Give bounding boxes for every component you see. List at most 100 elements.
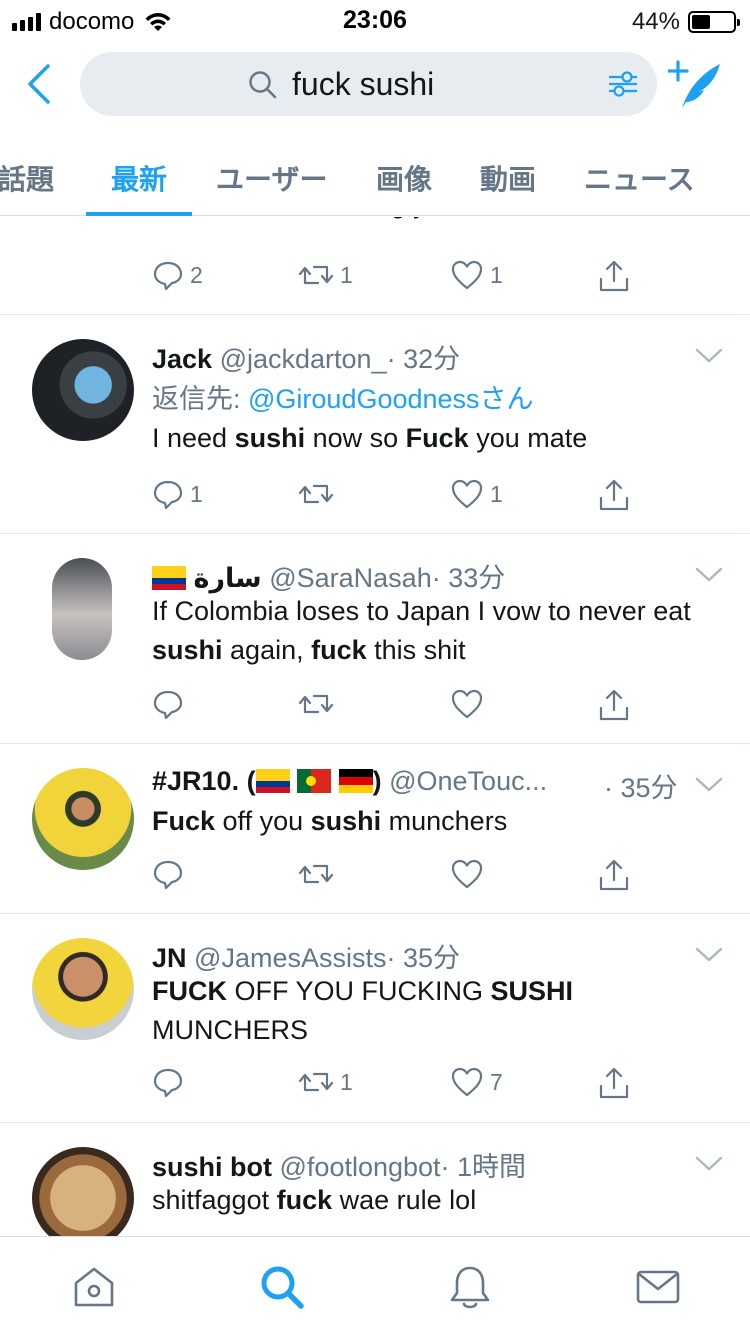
retweet-button[interactable] xyxy=(298,478,340,510)
search-header: fuck sushi xyxy=(0,44,750,130)
tweet-header: sushi bot @footlongbot· 1時間 xyxy=(152,1145,526,1184)
user-handle[interactable]: @OneTouc... xyxy=(389,766,547,796)
user-name-suffix[interactable]: ) xyxy=(373,766,382,796)
tweet[interactable]: #JR10. ( ) @OneTouc... · 35分 Fuck off yo… xyxy=(0,744,750,914)
chevron-down-icon[interactable] xyxy=(694,1155,724,1173)
tweet-text: FUCK OFF YOU FUCKING SUSHI MUNCHERS xyxy=(152,976,574,1045)
search-query[interactable]: fuck sushi xyxy=(292,66,434,103)
back-icon[interactable] xyxy=(20,62,60,106)
chevron-down-icon[interactable] xyxy=(694,946,724,964)
search-icon xyxy=(249,71,277,99)
tweet-header: JN @JamesAssists· 35分 xyxy=(152,936,460,975)
tweet-feed[interactable]: whole asssss fucking year!!!!! Fuck that… xyxy=(0,217,750,1236)
retweet-button[interactable] xyxy=(298,858,340,890)
avatar[interactable] xyxy=(32,1147,134,1236)
tab-trending[interactable]: 話題 xyxy=(0,158,54,198)
tweet[interactable]: Jack @jackdarton_· 32分 返信先: @GiroudGoodn… xyxy=(0,315,750,534)
chevron-down-icon[interactable] xyxy=(694,566,724,584)
tweet[interactable]: whole asssss fucking year!!!!! Fuck that… xyxy=(0,217,750,315)
retweet-button[interactable]: 1 xyxy=(298,1066,353,1098)
reply-button[interactable]: 1 xyxy=(152,478,203,510)
tweet-text: Fuck off you sushi munchers xyxy=(152,806,508,836)
avatar[interactable] xyxy=(32,938,134,1040)
tweet[interactable]: سارة @SaraNasah· 33分 If Colombia loses t… xyxy=(0,534,750,744)
tab-news[interactable]: ニュース xyxy=(584,158,695,198)
tweet-text: whole asssss fucking year!!!!! Fuck that xyxy=(152,217,712,224)
like-count: 7 xyxy=(490,1068,503,1095)
avatar[interactable] xyxy=(32,768,134,870)
user-handle[interactable]: @JamesAssists xyxy=(194,943,386,973)
share-button[interactable] xyxy=(598,688,630,722)
search-icon[interactable] xyxy=(258,1263,306,1311)
battery-tip xyxy=(737,19,740,26)
battery-icon xyxy=(688,11,740,33)
filter-icon[interactable] xyxy=(607,68,639,100)
share-icon xyxy=(599,260,629,292)
like-count: 1 xyxy=(490,261,503,288)
reply-button[interactable] xyxy=(152,1066,190,1098)
reply-button[interactable] xyxy=(152,688,190,720)
reply-button[interactable] xyxy=(152,858,190,890)
tweet-time: · 32分 xyxy=(386,344,461,374)
reply-icon xyxy=(153,261,183,291)
user-handle[interactable]: @footlongbot xyxy=(280,1152,441,1182)
messages-icon[interactable] xyxy=(634,1263,682,1311)
chevron-down-icon[interactable] xyxy=(694,776,724,794)
tweet-header: #JR10. ( ) @OneTouc... xyxy=(152,766,547,797)
avatar[interactable] xyxy=(32,339,134,441)
retweet-button[interactable]: 1 xyxy=(298,259,353,291)
reply-count: 2 xyxy=(190,261,203,288)
user-handle[interactable]: @jackdarton_ xyxy=(220,344,387,374)
tweet[interactable]: JN @JamesAssists· 35分 FUCK OFF YOU FUCKI… xyxy=(0,914,750,1123)
tab-videos[interactable]: 動画 xyxy=(480,158,536,198)
tweet-time: · 33分 xyxy=(431,563,506,593)
share-button[interactable] xyxy=(598,858,630,892)
heart-icon xyxy=(451,689,483,719)
tweet-actions xyxy=(152,688,642,728)
share-button[interactable] xyxy=(598,1066,630,1100)
status-right: 44% xyxy=(632,8,740,36)
share-icon xyxy=(599,479,629,511)
reply-to-prefix: 返信先: xyxy=(152,384,249,414)
heart-icon xyxy=(451,859,483,889)
share-button[interactable] xyxy=(598,478,630,512)
reply-button[interactable]: 2 xyxy=(152,259,203,291)
tab-latest[interactable]: 最新 xyxy=(111,158,167,198)
reply-mention-link[interactable]: @GiroudGoodnessさん xyxy=(248,384,534,414)
share-button[interactable] xyxy=(598,259,630,293)
search-input[interactable]: fuck sushi xyxy=(80,52,657,116)
user-name[interactable]: سارة xyxy=(194,563,262,593)
share-icon xyxy=(599,1067,629,1099)
like-button[interactable]: 1 xyxy=(450,478,503,510)
tweet[interactable]: sushi bot @footlongbot· 1時間 shitfaggot f… xyxy=(0,1123,750,1236)
user-name-prefix[interactable]: #JR10. ( xyxy=(152,766,256,796)
tab-images[interactable]: 画像 xyxy=(376,158,432,198)
bottom-tab-bar xyxy=(0,1236,750,1334)
avatar[interactable] xyxy=(52,558,112,660)
reply-icon xyxy=(153,1068,183,1098)
user-name[interactable]: Jack xyxy=(152,344,212,374)
user-name[interactable]: sushi bot xyxy=(152,1152,272,1182)
status-bar: docomo 23:06 44% xyxy=(0,0,750,40)
tweet-header: Jack @jackdarton_· 32分 xyxy=(152,337,460,376)
like-button[interactable]: 1 xyxy=(450,259,503,291)
tab-users[interactable]: ユーザー xyxy=(216,158,327,198)
like-button[interactable]: 7 xyxy=(450,1066,503,1098)
tweet-time: · 35分 xyxy=(604,773,678,803)
compose-tweet-icon[interactable] xyxy=(668,60,724,112)
retweet-button[interactable] xyxy=(298,688,340,720)
tweet-actions: 1 7 xyxy=(152,1066,642,1106)
tweet-text: If Colombia loses to Japan I vow to neve… xyxy=(152,596,691,665)
user-name[interactable]: JN xyxy=(152,943,187,973)
tweet-text: I need sushi now so Fuck you mate xyxy=(152,423,588,453)
like-button[interactable] xyxy=(450,688,490,720)
tweet-header: سارة @SaraNasah· 33分 xyxy=(152,556,505,595)
share-icon xyxy=(599,859,629,891)
home-icon[interactable] xyxy=(70,1263,118,1311)
user-handle[interactable]: @SaraNasah xyxy=(269,563,432,593)
chevron-down-icon[interactable] xyxy=(694,347,724,365)
reply-icon xyxy=(153,480,183,510)
notifications-icon[interactable] xyxy=(446,1263,494,1311)
like-button[interactable] xyxy=(450,858,490,890)
battery-fill xyxy=(692,15,710,29)
